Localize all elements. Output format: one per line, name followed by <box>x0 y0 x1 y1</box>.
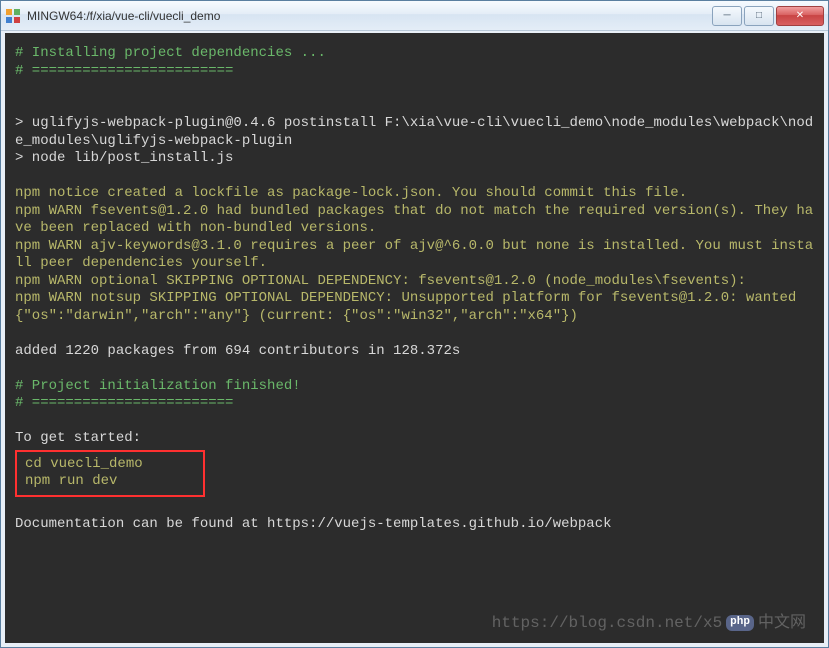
npm-notice: npm notice created a lockfile as package… <box>15 185 687 201</box>
commands-highlight: cd vuecli_demo npm run dev <box>15 450 205 497</box>
postinstall-line: > uglifyjs-webpack-plugin@0.4.6 postinst… <box>15 115 813 149</box>
terminal-output[interactable]: # Installing project dependencies ... # … <box>1 31 828 647</box>
npm-warn-notsup: npm WARN notsup SKIPPING OPTIONAL DEPEND… <box>15 290 805 324</box>
watermark-suffix: 中文网 <box>758 613 806 633</box>
window-title: MINGW64:/f/xia/vue-cli/vuecli_demo <box>27 9 712 23</box>
titlebar[interactable]: MINGW64:/f/xia/vue-cli/vuecli_demo ─ □ ✕ <box>1 1 828 31</box>
divider-line-2: # ======================== <box>15 395 233 411</box>
maximize-button[interactable]: □ <box>744 6 774 26</box>
php-badge: php <box>726 615 754 631</box>
close-button[interactable]: ✕ <box>776 6 824 26</box>
npm-warn-optional: npm WARN optional SKIPPING OPTIONAL DEPE… <box>15 273 746 289</box>
init-finished: # Project initialization finished! <box>15 378 301 394</box>
npm-run-command: npm run dev <box>25 473 117 489</box>
watermark-url: https://blog.csdn.net/x5 <box>492 613 722 633</box>
added-packages: added 1220 packages from 694 contributor… <box>15 343 460 359</box>
cd-command: cd vuecli_demo <box>25 456 143 472</box>
get-started-label: To get started: <box>15 430 141 446</box>
documentation-line: Documentation can be found at https://vu… <box>15 516 612 532</box>
mingw-icon <box>5 8 21 24</box>
npm-warn-fsevents: npm WARN fsevents@1.2.0 had bundled pack… <box>15 203 813 237</box>
minimize-button[interactable]: ─ <box>712 6 742 26</box>
divider-line: # ======================== <box>15 63 233 79</box>
app-window: MINGW64:/f/xia/vue-cli/vuecli_demo ─ □ ✕… <box>0 0 829 648</box>
npm-warn-ajv: npm WARN ajv-keywords@3.1.0 requires a p… <box>15 238 813 272</box>
heading-line: # Installing project dependencies ... <box>15 45 326 61</box>
watermark: https://blog.csdn.net/x5 php 中文网 <box>492 613 806 633</box>
window-controls: ─ □ ✕ <box>712 6 824 26</box>
node-line: > node lib/post_install.js <box>15 150 233 166</box>
